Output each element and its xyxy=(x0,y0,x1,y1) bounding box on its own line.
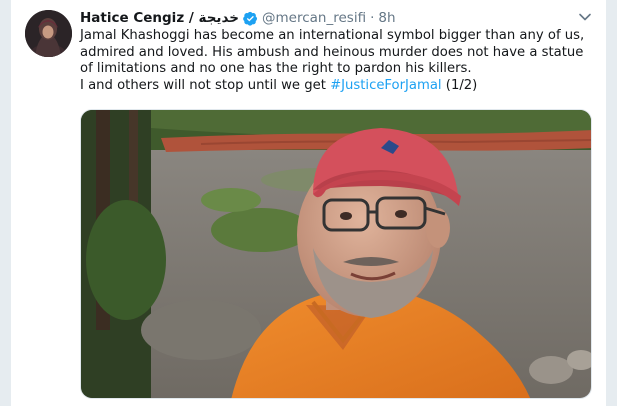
tweet-card[interactable]: Hatice Cengiz / خديجة @mercan_resifi · 8… xyxy=(10,0,607,406)
chevron-down-icon[interactable] xyxy=(578,10,592,24)
verified-badge-icon xyxy=(243,11,258,26)
hashtag-link[interactable]: #JusticeForJamal xyxy=(330,78,442,93)
separator-dot: · xyxy=(370,10,375,26)
tweet-text-prefix: I and others will not stop until we get xyxy=(80,77,331,93)
avatar-image xyxy=(25,10,72,57)
author-handle[interactable]: @mercan_resifi xyxy=(262,9,366,27)
author-name[interactable]: Hatice Cengiz / خديجة xyxy=(80,9,239,27)
tweet-text-paragraph-2: I and others will not stop until we get … xyxy=(80,78,600,95)
tweet-timestamp[interactable]: 8h xyxy=(378,9,395,27)
avatar[interactable] xyxy=(25,10,72,57)
tweet-text-suffix: (1/2) xyxy=(441,77,478,93)
tweet-text: Jamal Khashoggi has become an internatio… xyxy=(80,28,600,94)
photo-image xyxy=(81,110,591,398)
tweet-photo[interactable] xyxy=(80,109,592,399)
tweet-header: Hatice Cengiz / خديجة @mercan_resifi · 8… xyxy=(80,9,396,27)
tweet-text-paragraph-1: Jamal Khashoggi has become an internatio… xyxy=(80,28,585,77)
